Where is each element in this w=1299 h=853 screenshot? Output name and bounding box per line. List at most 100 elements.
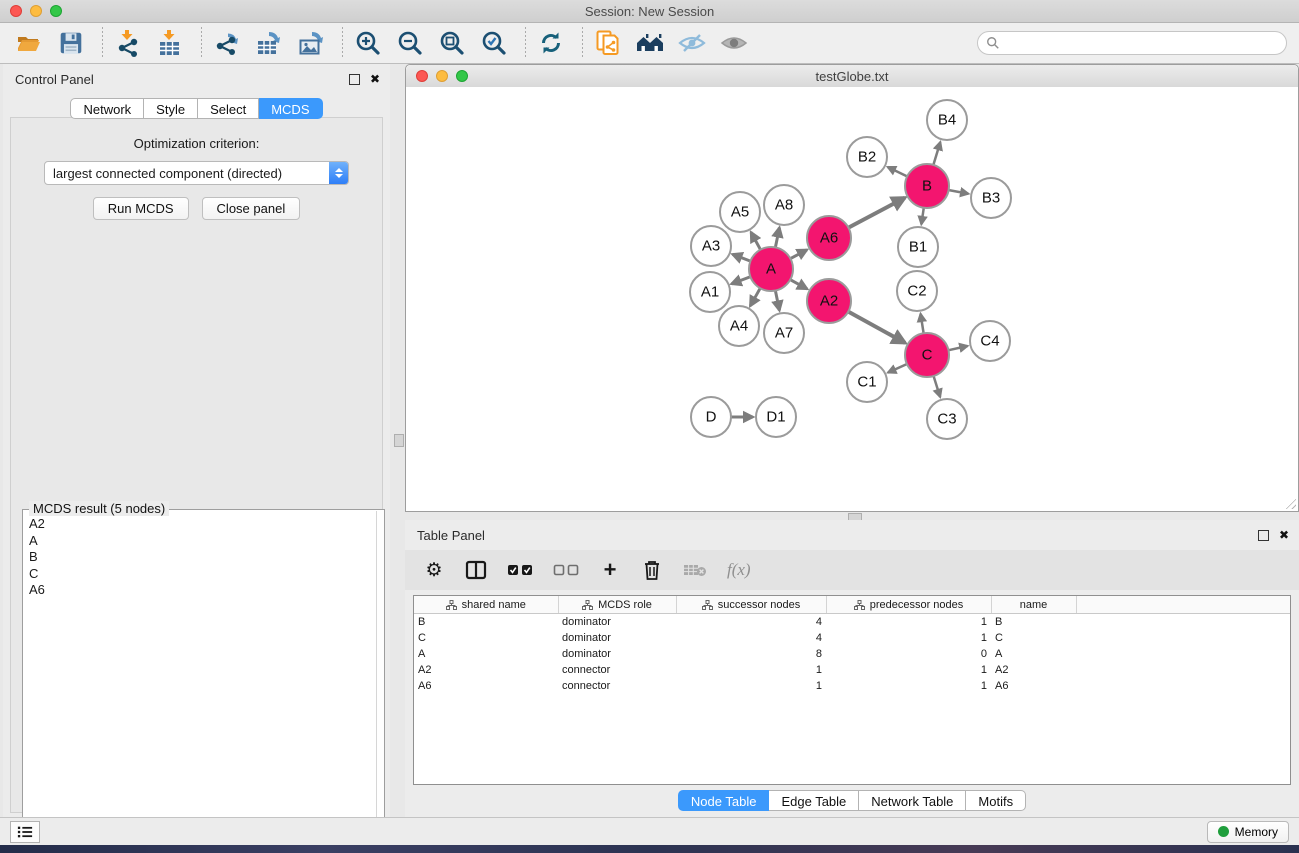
edge-A-A2[interactable] xyxy=(789,279,807,289)
node-A3[interactable]: A3 xyxy=(691,226,731,266)
search-input[interactable] xyxy=(1000,35,1278,51)
edge-A-A7[interactable] xyxy=(775,290,779,311)
column-header-mcds-role[interactable]: MCDS role xyxy=(558,596,676,614)
node-B4[interactable]: B4 xyxy=(927,100,967,140)
edge-B-B4[interactable] xyxy=(933,142,940,166)
tab-network[interactable]: Network xyxy=(70,98,144,119)
import-table-button[interactable] xyxy=(155,28,185,58)
table-row[interactable]: A2connector11A2 xyxy=(414,662,1290,678)
clone-network-button[interactable] xyxy=(593,28,623,58)
edge-C-C4[interactable] xyxy=(947,346,967,350)
node-C4[interactable]: C4 xyxy=(970,321,1010,361)
function-builder-button[interactable]: f(x) xyxy=(727,557,751,583)
column-header-name[interactable]: name xyxy=(991,596,1076,614)
table-row[interactable]: Cdominator41C xyxy=(414,630,1290,646)
network-canvas[interactable]: B4 B2 B B3 A5A8A6 B1 A3 A C2 A1 A2 A4A7 C4 C C1 C3 D D1 xyxy=(406,87,1298,511)
tab-mcds[interactable]: MCDS xyxy=(259,98,322,119)
create-column-button[interactable]: + xyxy=(599,557,621,583)
result-item[interactable]: A6 xyxy=(29,582,378,599)
result-item[interactable]: A2 xyxy=(29,516,378,533)
table-row[interactable]: Bdominator41B xyxy=(414,614,1290,631)
export-network-button[interactable] xyxy=(212,28,242,58)
node-A1[interactable]: A1 xyxy=(690,272,730,312)
edge-A-A4[interactable] xyxy=(750,287,760,306)
select-all-columns-button[interactable] xyxy=(507,557,533,583)
export-image-button[interactable] xyxy=(296,28,326,58)
node-C[interactable]: C xyxy=(905,333,949,377)
edge-B-B1[interactable] xyxy=(921,207,924,224)
tab-edge-table[interactable]: Edge Table xyxy=(769,790,859,811)
apply-layout-button[interactable] xyxy=(536,28,566,58)
node-C3[interactable]: C3 xyxy=(927,399,967,439)
node-A[interactable]: A xyxy=(749,247,793,291)
vertical-splitter[interactable] xyxy=(390,64,405,817)
network-window-titlebar[interactable]: testGlobe.txt xyxy=(406,65,1298,88)
node-A2[interactable]: A2 xyxy=(807,279,851,323)
node-A6[interactable]: A6 xyxy=(807,216,851,260)
edge-A-A5[interactable] xyxy=(751,232,761,250)
show-columns-button[interactable] xyxy=(465,557,487,583)
close-panel-icon[interactable]: ✖ xyxy=(1279,529,1289,541)
node-B[interactable]: B xyxy=(905,164,949,208)
task-history-button[interactable] xyxy=(10,821,40,843)
close-panel-icon[interactable]: ✖ xyxy=(370,73,380,85)
result-scrollbar[interactable] xyxy=(376,511,377,851)
table-row[interactable]: A6connector11A6 xyxy=(414,678,1290,694)
memory-button[interactable]: Memory xyxy=(1207,821,1289,843)
node-C2[interactable]: C2 xyxy=(897,271,937,311)
criterion-select[interactable]: largest connected component (directed) xyxy=(44,161,349,185)
result-item[interactable]: A xyxy=(29,533,378,550)
delete-table-button[interactable] xyxy=(683,557,707,583)
import-network-button[interactable] xyxy=(113,28,143,58)
tab-network-table[interactable]: Network Table xyxy=(859,790,966,811)
tab-motifs[interactable]: Motifs xyxy=(966,790,1026,811)
node-A4[interactable]: A4 xyxy=(719,306,759,346)
edge-A6-B[interactable] xyxy=(848,198,905,228)
column-header-predecessor-nodes[interactable]: predecessor nodes xyxy=(826,596,991,614)
column-header-successor-nodes[interactable]: successor nodes xyxy=(676,596,826,614)
table-row[interactable]: Adominator80A xyxy=(414,646,1290,662)
edge-B-B2[interactable] xyxy=(888,167,908,177)
node-B1[interactable]: B1 xyxy=(898,227,938,267)
table-options-button[interactable]: ⚙ xyxy=(423,557,445,583)
tab-node-table[interactable]: Node Table xyxy=(678,790,770,811)
run-mcds-button[interactable]: Run MCDS xyxy=(93,197,189,220)
edge-A-A8[interactable] xyxy=(775,228,779,249)
edge-A2-C[interactable] xyxy=(847,311,905,343)
edge-A-A6[interactable] xyxy=(790,250,807,259)
node-A7[interactable]: A7 xyxy=(764,313,804,353)
node-B2[interactable]: B2 xyxy=(847,137,887,177)
column-header-shared-name[interactable]: shared name xyxy=(414,596,558,614)
result-item[interactable]: B xyxy=(29,549,378,566)
tab-style[interactable]: Style xyxy=(144,98,198,119)
node-C1[interactable]: C1 xyxy=(847,362,887,402)
zoom-out-button[interactable] xyxy=(395,28,425,58)
edge-A-A1[interactable] xyxy=(732,276,752,283)
edge-B-B3[interactable] xyxy=(948,190,969,194)
node-D1[interactable]: D1 xyxy=(756,397,796,437)
float-panel-icon[interactable] xyxy=(349,74,360,85)
horizontal-splitter[interactable] xyxy=(405,512,1299,520)
unselect-all-columns-button[interactable] xyxy=(553,557,579,583)
hide-panel-button[interactable] xyxy=(677,28,707,58)
zoom-fit-button[interactable] xyxy=(437,28,467,58)
home-views-button[interactable] xyxy=(635,28,665,58)
node-D[interactable]: D xyxy=(691,397,731,437)
edge-C-C1[interactable] xyxy=(888,364,908,373)
close-panel-button[interactable]: Close panel xyxy=(202,197,301,220)
edge-C-C3[interactable] xyxy=(933,375,940,397)
result-item[interactable]: C xyxy=(29,566,378,583)
tab-select[interactable]: Select xyxy=(198,98,259,119)
splitter-handle[interactable] xyxy=(394,434,404,447)
edge-C-C2[interactable] xyxy=(921,314,924,335)
export-table-button[interactable] xyxy=(254,28,284,58)
float-panel-icon[interactable] xyxy=(1258,530,1269,541)
open-session-button[interactable] xyxy=(14,28,44,58)
node-A5[interactable]: A5 xyxy=(720,192,760,232)
node-A8[interactable]: A8 xyxy=(764,185,804,225)
save-session-button[interactable] xyxy=(56,28,86,58)
node-B3[interactable]: B3 xyxy=(971,178,1011,218)
delete-column-button[interactable] xyxy=(641,557,663,583)
zoom-in-button[interactable] xyxy=(353,28,383,58)
edge-A-A3[interactable] xyxy=(732,254,751,261)
